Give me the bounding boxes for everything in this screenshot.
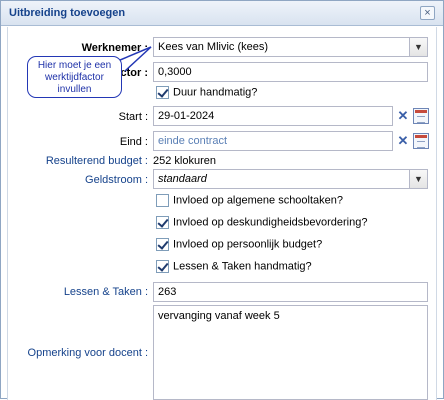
checkbox-checked-icon[interactable] (156, 86, 169, 99)
resulterend-budget-label: Resulterend budget : (45, 155, 148, 167)
dialog-titlebar: Uitbreiding toevoegen × (1, 1, 443, 26)
start-date-input[interactable]: 29-01-2024 (153, 106, 393, 126)
lessen-taken-label: Lessen & Taken : (63, 286, 148, 298)
chevron-down-icon[interactable]: ▼ (409, 38, 427, 56)
lessen-taken-input[interactable]: 263 (153, 282, 428, 302)
opmerking-textarea[interactable]: vervanging vanaf week 5 (153, 305, 428, 400)
deskundigheidsbevordering-checkbox[interactable]: Invloed op deskundigheidsbevordering? (156, 216, 367, 232)
annotation-line: invullen (57, 84, 92, 95)
werktijdfactor-value: 0,3000 (158, 66, 192, 78)
geldstroom-label: Geldstroom : (85, 174, 148, 186)
werktijdfactor-input[interactable]: 0,3000 (153, 62, 428, 82)
eind-placeholder: einde contract (158, 135, 228, 147)
duur-handmatig-label: Duur handmatig? (173, 86, 258, 99)
dialog-window: Uitbreiding toevoegen × Werknemer : Kees… (0, 0, 444, 400)
calendar-icon[interactable] (413, 133, 429, 149)
clear-icon[interactable]: ✕ (395, 107, 411, 125)
checkbox-label: Invloed op algemene schooltaken? (173, 194, 344, 207)
start-date-value: 29-01-2024 (158, 110, 215, 122)
opmerking-label: Opmerking voor docent : (27, 347, 148, 359)
duur-handmatig-checkbox[interactable]: Duur handmatig? (156, 86, 257, 102)
annotation-callout: Hier moet je een werktijdfactor invullen (27, 56, 122, 98)
checkbox-unchecked-icon[interactable] (156, 194, 169, 207)
checkbox-checked-icon[interactable] (156, 238, 169, 251)
geldstroom-combo[interactable]: standaard ▼ (153, 169, 428, 189)
close-button[interactable]: × (420, 6, 435, 20)
dialog-title: Uitbreiding toevoegen (9, 7, 126, 19)
resulterend-budget-value: 252 klokuren (153, 155, 216, 167)
checkbox-label: Invloed op persoonlijk budget? (173, 238, 323, 251)
algemene-schooltaken-checkbox[interactable]: Invloed op algemene schooltaken? (156, 194, 343, 210)
geldstroom-value: standaard (158, 173, 207, 185)
werknemer-combo[interactable]: Kees van Mlivic (kees) ▼ (153, 37, 428, 57)
checkbox-checked-icon[interactable] (156, 260, 169, 273)
calendar-icon[interactable] (413, 108, 429, 124)
lessen-taken-handmatig-checkbox[interactable]: Lessen & Taken handmatig? (156, 260, 312, 276)
annotation-line: werktijdfactor (45, 72, 104, 83)
checkbox-checked-icon[interactable] (156, 216, 169, 229)
persoonlijk-budget-checkbox[interactable]: Invloed op persoonlijk budget? (156, 238, 322, 254)
chevron-down-icon[interactable]: ▼ (409, 170, 427, 188)
clear-icon[interactable]: ✕ (395, 132, 411, 150)
eind-date-input[interactable]: einde contract (153, 131, 393, 151)
start-label: Start : (118, 111, 148, 123)
checkbox-label: Lessen & Taken handmatig? (173, 260, 312, 273)
werknemer-value: Kees van Mlivic (kees) (158, 41, 269, 53)
eind-label: Eind : (119, 136, 148, 148)
checkbox-label: Invloed op deskundigheidsbevordering? (173, 216, 368, 229)
opmerking-value: vervanging vanaf week 5 (158, 310, 280, 322)
annotation-line: Hier moet je een (37, 60, 112, 71)
lessen-taken-value: 263 (158, 286, 177, 298)
